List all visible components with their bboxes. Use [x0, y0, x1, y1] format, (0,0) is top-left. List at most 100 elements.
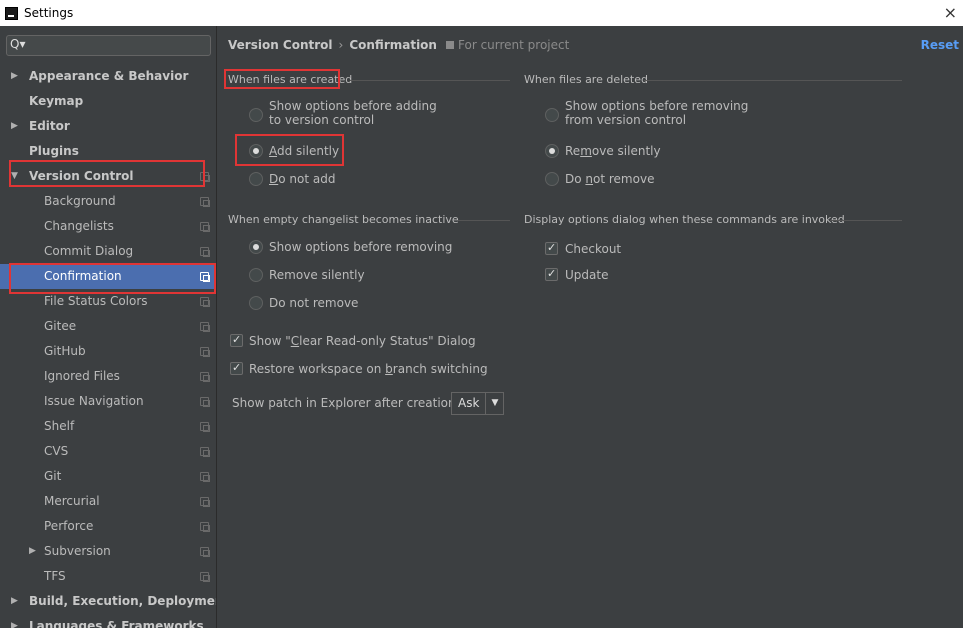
close-icon[interactable]: ×: [944, 3, 957, 22]
tree-item-label: Subversion: [44, 544, 111, 558]
tree-item-label: Editor: [29, 119, 70, 133]
checkbox-restore-workspace[interactable]: [230, 361, 243, 375]
label-text: dd silently: [277, 144, 340, 158]
project-scope-icon: [200, 347, 210, 357]
patch-explorer-select[interactable]: Ask ▼: [451, 392, 505, 415]
label-changelist-remove-silently: Remove silently: [269, 268, 365, 282]
mnemonic: b: [385, 362, 393, 376]
tree-item-label: Appearance & Behavior: [29, 69, 189, 83]
tree-item-label: Ignored Files: [44, 369, 120, 383]
label-add-silently: Add silently: [269, 144, 339, 158]
tree-item-build-execution-deployment[interactable]: ▶ Build, Execution, Deployment: [0, 589, 216, 614]
tree-item-label: Shelf: [44, 419, 75, 433]
checkbox-update[interactable]: [545, 267, 558, 281]
label-checkout: Checkout: [565, 242, 622, 256]
tree-item-label: Changelists: [44, 219, 114, 233]
project-scope-icon: [200, 372, 210, 382]
radio-show-options-before-adding[interactable]: [249, 108, 263, 122]
tree-item-perforce[interactable]: Perforce: [0, 514, 216, 539]
tree-item-keymap[interactable]: Keymap: [0, 89, 216, 114]
tree-item-background[interactable]: Background: [0, 189, 216, 214]
expand-arrow-icon[interactable]: ▶: [11, 64, 18, 89]
checkbox-clear-readonly-dialog[interactable]: [230, 333, 243, 347]
project-scope-icon: [200, 222, 210, 232]
settings-tree: ▶ Appearance & Behavior Keymap ▶ Editor Pl…: [0, 64, 216, 628]
label-line: from version control: [565, 113, 687, 127]
tree-item-label: Commit Dialog: [44, 244, 134, 258]
project-scope-icon: [446, 41, 454, 49]
tree-item-file-status-colors[interactable]: File Status Colors: [0, 289, 216, 314]
label-changelist-show-options: Show options before removing: [269, 240, 453, 254]
tree-item-github[interactable]: GitHub: [0, 339, 216, 364]
mnemonic: A: [269, 144, 277, 158]
breadcrumb-version-control[interactable]: Version Control: [228, 38, 333, 52]
group-title-empty-changelist: When empty changelist becomes inactive: [228, 213, 459, 226]
scope-note: For current project: [446, 38, 569, 52]
label-text: Re: [565, 144, 581, 158]
tree-item-label: Issue Navigation: [44, 394, 144, 408]
tree-item-mercurial[interactable]: Mercurial: [0, 489, 216, 514]
tree-item-version-control[interactable]: ▼ Version Control: [0, 164, 216, 189]
project-scope-icon: [200, 322, 210, 332]
project-scope-icon: [200, 197, 210, 207]
expand-arrow-icon[interactable]: ▶: [11, 589, 18, 614]
chevron-down-icon[interactable]: ▼: [485, 393, 503, 414]
radio-do-not-remove-files[interactable]: [545, 172, 559, 186]
label-text: ot remove: [593, 172, 655, 186]
group-separator: [350, 80, 510, 81]
tree-item-shelf[interactable]: Shelf: [0, 414, 216, 439]
expand-arrow-icon[interactable]: ▶: [11, 114, 18, 139]
radio-do-not-add[interactable]: [249, 172, 263, 186]
tree-item-languages-frameworks[interactable]: ▶ Languages & Frameworks: [0, 614, 216, 628]
radio-add-silently[interactable]: [249, 144, 263, 158]
tree-item-tfs[interactable]: TFS: [0, 564, 216, 589]
tree-item-label: Keymap: [29, 94, 84, 108]
label-text: ranch switching: [392, 362, 488, 376]
group-title-files-deleted: When files are deleted: [524, 73, 648, 86]
label-update: Update: [565, 268, 609, 282]
radio-show-options-before-removing-files[interactable]: [545, 108, 559, 122]
project-scope-icon: [200, 297, 210, 307]
mnemonic: m: [580, 144, 592, 158]
search-input[interactable]: Q▾: [6, 35, 211, 56]
scope-label: For current project: [458, 38, 570, 52]
label-do-not-remove-files: Do not remove: [565, 172, 654, 186]
expand-arrow-icon[interactable]: ▶: [29, 539, 36, 564]
project-scope-icon: [200, 497, 210, 507]
expand-arrow-icon[interactable]: ▶: [11, 614, 18, 628]
group-separator: [458, 220, 510, 221]
tree-item-cvs[interactable]: CVS: [0, 439, 216, 464]
tree-item-appearance-behavior[interactable]: ▶ Appearance & Behavior: [0, 64, 216, 89]
search-icon: Q▾: [10, 37, 26, 51]
group-title-display-options-dialog: Display options dialog when these comman…: [524, 213, 845, 226]
project-scope-icon: [200, 572, 210, 582]
tree-item-plugins[interactable]: Plugins: [0, 139, 216, 164]
tree-item-commit-dialog[interactable]: Commit Dialog: [0, 239, 216, 264]
radio-changelist-do-not-remove[interactable]: [249, 296, 263, 310]
radio-remove-silently-files[interactable]: [545, 144, 559, 158]
radio-changelist-remove-silently[interactable]: [249, 268, 263, 282]
label-text: Do: [565, 172, 586, 186]
tree-item-label: File Status Colors: [44, 294, 148, 308]
tree-item-gitee[interactable]: Gitee: [0, 314, 216, 339]
label-show-patch-in-explorer: Show patch in Explorer after creation:: [232, 396, 460, 410]
label-restore-workspace: Restore workspace on branch switching: [249, 362, 488, 376]
collapse-arrow-icon[interactable]: ▼: [11, 164, 18, 189]
tree-item-changelists[interactable]: Changelists: [0, 214, 216, 239]
reset-link[interactable]: Reset: [921, 38, 959, 52]
radio-changelist-show-options[interactable]: [249, 240, 263, 254]
checkbox-checkout[interactable]: [545, 241, 558, 255]
project-scope-icon: [200, 247, 210, 257]
label-text: Restore workspace on: [249, 362, 386, 376]
project-scope-icon: [200, 522, 210, 532]
tree-item-label: Git: [44, 469, 62, 483]
tree-item-issue-navigation[interactable]: Issue Navigation: [0, 389, 216, 414]
tree-item-subversion[interactable]: ▶ Subversion: [0, 539, 216, 564]
tree-item-confirmation[interactable]: Confirmation: [0, 264, 216, 289]
project-scope-icon: [200, 447, 210, 457]
tree-item-editor[interactable]: ▶ Editor: [0, 114, 216, 139]
group-separator: [830, 220, 902, 221]
intellij-app-icon: [5, 6, 18, 20]
tree-item-ignored-files[interactable]: Ignored Files: [0, 364, 216, 389]
tree-item-git[interactable]: Git: [0, 464, 216, 489]
